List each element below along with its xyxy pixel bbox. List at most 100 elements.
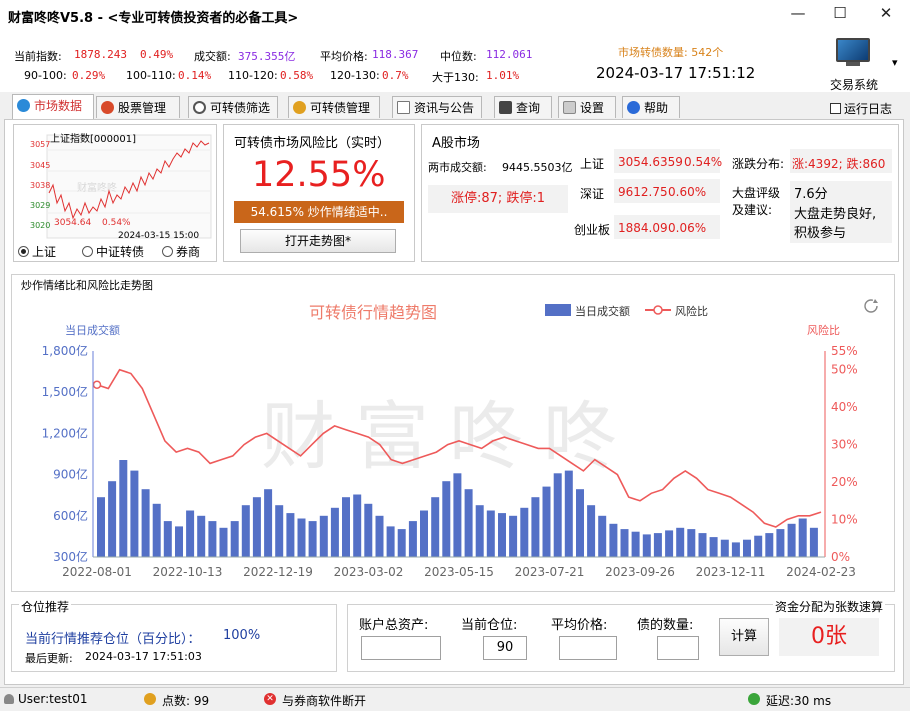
volume-bar	[130, 470, 139, 557]
index-pct: 0.06%	[668, 221, 707, 235]
tab-query[interactable]: 查询	[494, 96, 552, 118]
volume-bar	[152, 503, 161, 557]
distribution-label: 涨跌分布:	[732, 157, 785, 171]
status-broker: 与券商软件断开	[282, 694, 367, 708]
close-button[interactable]: ✕	[866, 0, 906, 28]
tab-label: 帮助	[644, 101, 669, 115]
risk-value: 12.55%	[252, 155, 386, 195]
a-share-title: A股市场	[432, 136, 480, 151]
volume-bar	[386, 526, 395, 557]
volume-bar	[598, 515, 607, 557]
sentiment-bar: 54.615% 炒作情绪适中..	[234, 201, 404, 223]
tab-bond-management[interactable]: 可转债管理	[288, 96, 380, 118]
y-left-tick: 1,200亿	[42, 425, 88, 440]
avg-price-value: 118.367	[372, 48, 419, 61]
volume-bar	[330, 507, 339, 557]
total-assets-input[interactable]	[361, 636, 441, 660]
volume-bar	[453, 473, 462, 557]
y-left-tick: 1,800亿	[42, 343, 88, 358]
market-stats: 当前指数: 1878.243 0.49% 成交额: 375.355亿 平均价格:…	[0, 30, 910, 92]
volume-bar	[397, 529, 406, 557]
x-tick: 2022-12-19	[243, 565, 313, 579]
result-section-label: 资金分配为张数速算	[773, 598, 886, 615]
volume-bar	[765, 533, 774, 557]
rating-advice: 大盘走势良好, 积极参与	[794, 207, 877, 241]
volume-bar	[464, 489, 473, 557]
legend-volume-swatch[interactable]	[545, 304, 571, 316]
current-position-label: 当前仓位:	[461, 618, 518, 633]
result-value: 0张	[779, 618, 879, 656]
tab-bond-filter[interactable]: 可转债筛选	[188, 96, 278, 118]
range-label: 100-110:	[126, 69, 176, 82]
range-label: 90-100:	[24, 69, 67, 82]
volume-bar	[787, 523, 796, 557]
volume-bar	[175, 526, 183, 557]
radio-label: 上证	[32, 245, 57, 259]
index-value: 9612.75	[618, 185, 668, 199]
help-icon	[627, 101, 640, 114]
current-index-label: 当前指数:	[14, 50, 62, 63]
position-section-label: 仓位推荐	[19, 598, 72, 615]
run-log-checkbox[interactable]: 运行日志	[830, 100, 892, 117]
volume-bar	[486, 510, 495, 557]
radio-label: 中证转债	[96, 245, 145, 259]
minimize-button[interactable]: —	[778, 0, 818, 28]
volume-bar	[219, 527, 228, 557]
distribution-value: 涨:4392; 跌:860	[792, 157, 886, 171]
mini-chart-time: 2024-03-15 15:00	[118, 231, 200, 241]
radio-broker[interactable]: 券商	[162, 243, 200, 260]
risk-title: 可转债市场风险比（实时）	[234, 136, 391, 151]
index-pct: 0.60%	[668, 185, 707, 199]
market-bond-count: 市场转债数量: 542个	[618, 46, 724, 59]
volume-bar	[431, 497, 440, 557]
index-name: 深证	[580, 187, 605, 201]
chart-watermark: 财富咚咚	[261, 394, 637, 480]
tab-settings[interactable]: 设置	[558, 96, 616, 118]
range-value: 0.14%	[178, 69, 212, 82]
range-label: 大于130:	[432, 71, 479, 84]
volume-bar	[754, 535, 763, 557]
volume-bar	[620, 529, 629, 557]
risk-start-point	[92, 380, 102, 389]
tab-news[interactable]: 资讯与公告	[392, 96, 482, 118]
tab-label: 股票管理	[118, 101, 167, 115]
tab-help[interactable]: 帮助	[622, 96, 680, 118]
index-name: 创业板	[574, 223, 611, 237]
last-pct-label: 0.54%	[102, 218, 131, 228]
left-ticks: 1,800亿 1,500亿 1,200亿 900亿 600亿 300亿	[42, 343, 88, 564]
refresh-icon[interactable]	[864, 299, 878, 313]
open-trend-button[interactable]: 打开走势图*	[240, 229, 396, 253]
volume-bar	[119, 460, 128, 557]
y-left-tick: 600亿	[53, 508, 88, 523]
current-position-input[interactable]: 90	[483, 636, 527, 660]
volume-bar	[364, 503, 373, 557]
tab-stock-management[interactable]: 股票管理	[96, 96, 180, 118]
calculate-button[interactable]: 计算	[719, 618, 769, 656]
bond-qty-input[interactable]	[657, 636, 699, 660]
avg-price-input[interactable]	[559, 636, 617, 660]
x-tick: 2023-09-26	[605, 565, 675, 579]
total-assets-label: 账户总资产:	[359, 618, 429, 633]
trade-system-button[interactable]: 交易系统	[830, 76, 878, 93]
volume-label: 成交额:	[194, 50, 231, 63]
trend-chart[interactable]: 财富咚咚 可转债行情趋势图 当日成交额 风险比 当日成交额 风险比 1,800亿…	[19, 292, 881, 582]
volume-bar	[731, 542, 740, 557]
chevron-down-icon[interactable]: ▾	[892, 56, 898, 69]
y-tick: 3020	[30, 221, 51, 230]
radio-sse[interactable]: 上证	[18, 243, 56, 260]
mini-chart-panel: 财富咚咚 上证指数[000001] 3057 3045 3038 3029 30…	[13, 124, 217, 262]
volume-bar	[720, 539, 729, 557]
volume-bar	[576, 489, 584, 557]
volume-bar	[286, 513, 295, 557]
range-value: 0.7%	[382, 69, 409, 82]
tab-label: 查询	[516, 101, 541, 115]
market-data-panel: 财富咚咚 上证指数[000001] 3057 3045 3038 3029 30…	[4, 119, 904, 685]
tab-market-data[interactable]: 市场数据	[12, 94, 94, 120]
x-tick: 2022-10-13	[153, 565, 223, 579]
monitor-icon[interactable]	[836, 38, 876, 68]
volume-bar	[353, 494, 362, 557]
maximize-button[interactable]: ☐	[820, 0, 860, 28]
volume-bar	[208, 521, 217, 557]
radio-csi-bond[interactable]: 中证转债	[82, 243, 144, 260]
volume-bar	[319, 515, 328, 557]
